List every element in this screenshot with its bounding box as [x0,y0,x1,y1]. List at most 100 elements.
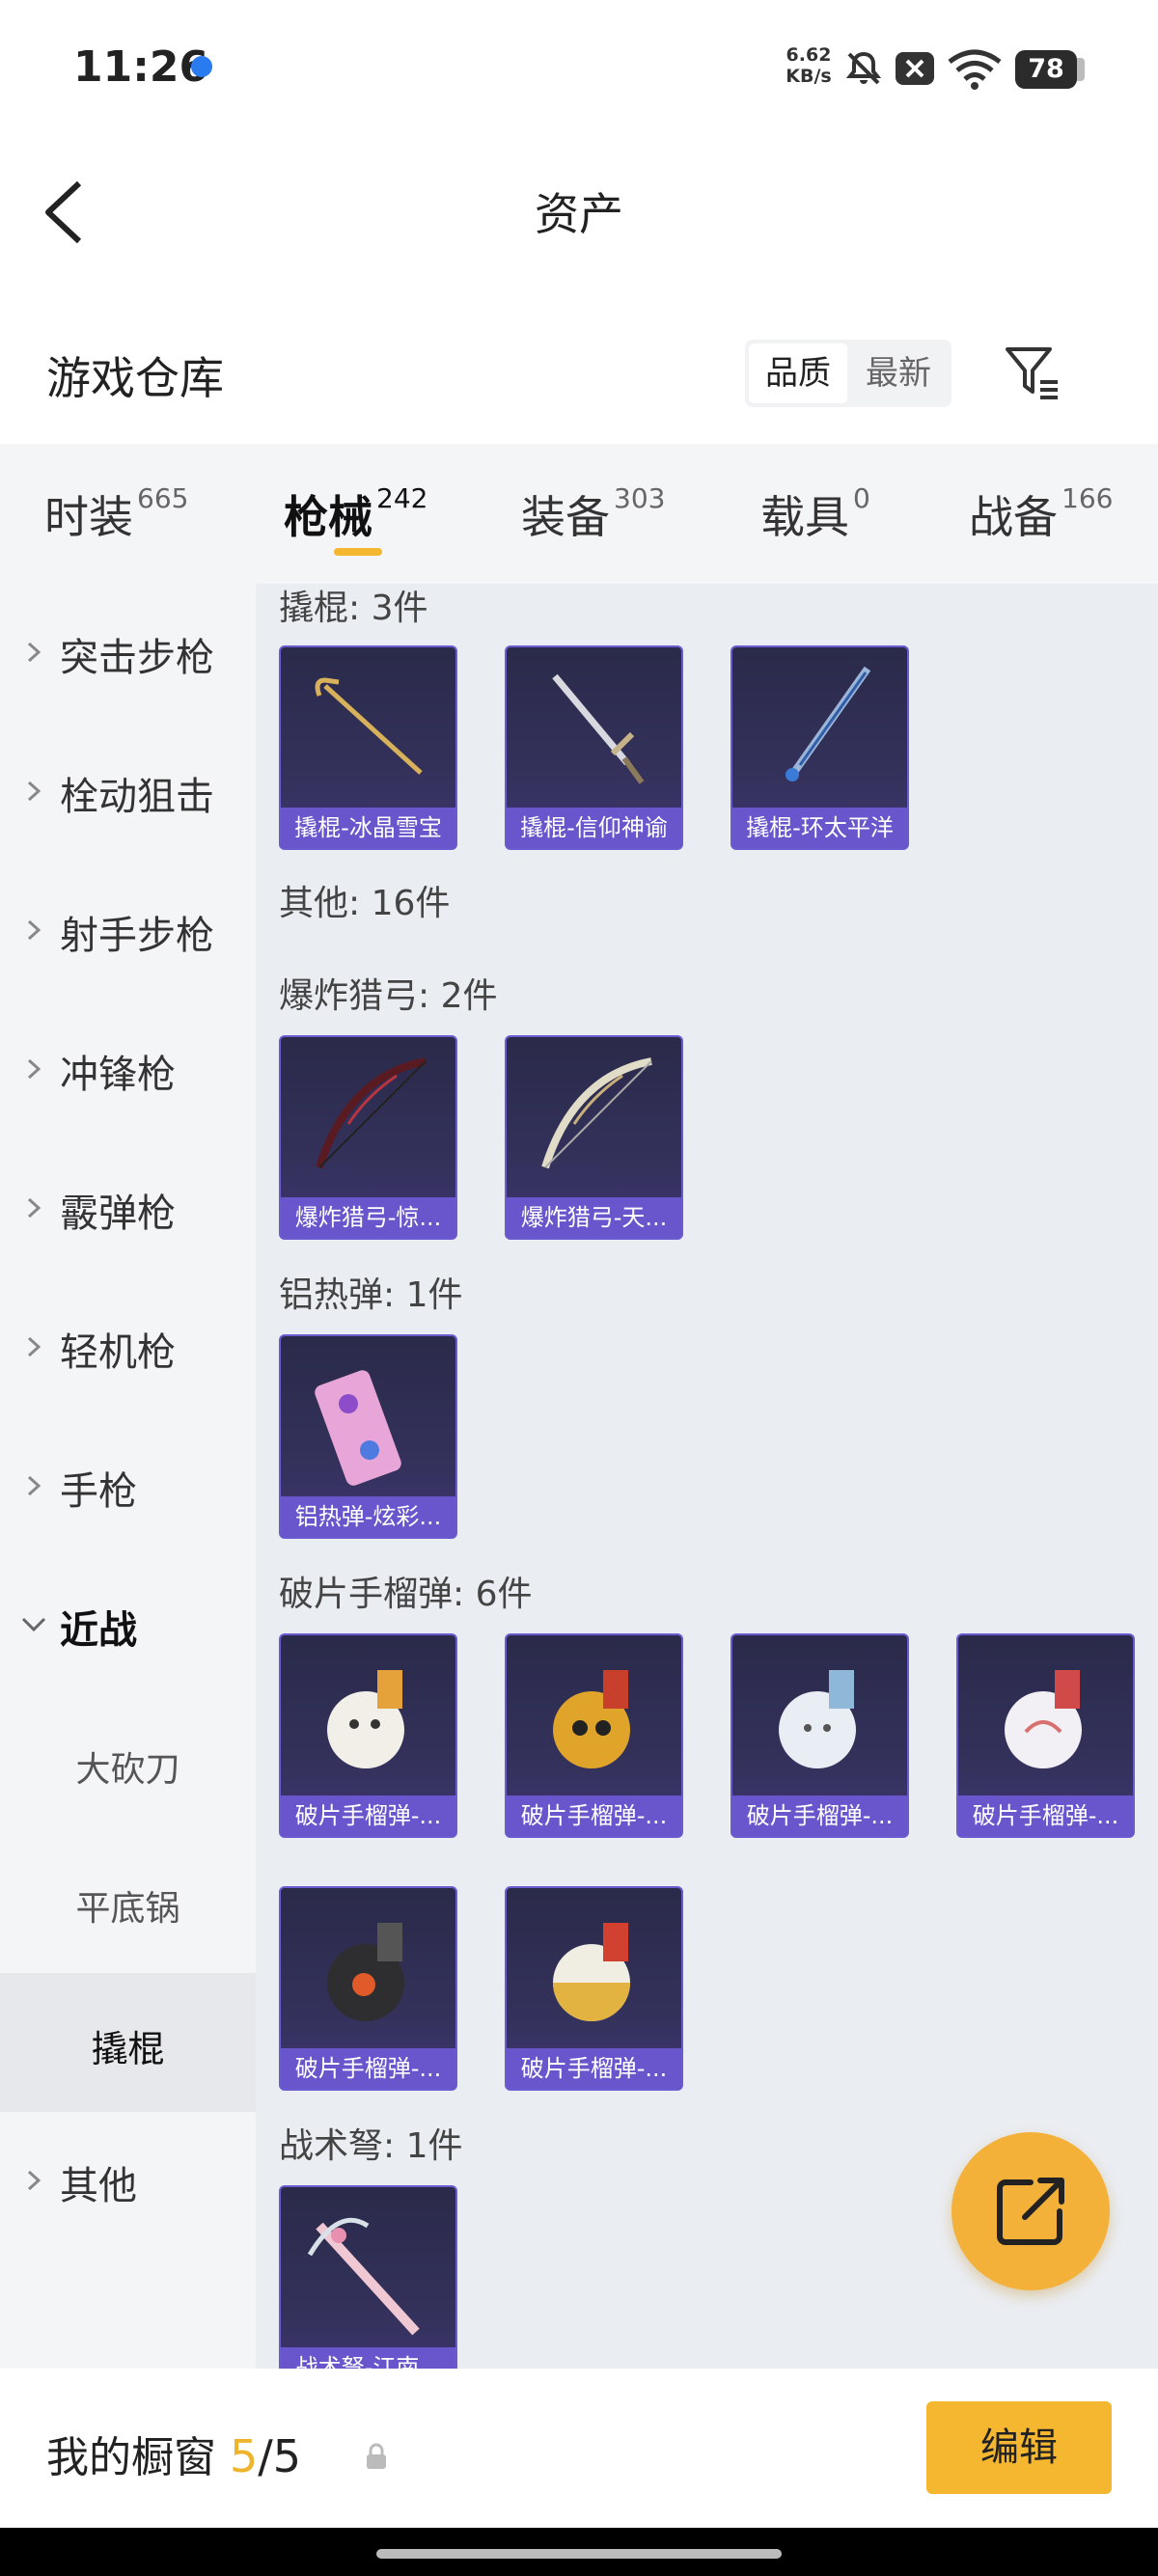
item-card[interactable]: 破片手榴弹-... [279,1633,457,1838]
sidebar-item-label: 冲锋枪 [60,1053,176,1097]
item-card-label: 破片手榴弹-... [281,2048,455,2089]
sidebar-item-pistol[interactable]: 手枪 [0,1417,256,1556]
sidebar-item-label: 突击步枪 [60,636,214,680]
sidebar-item-label: 轻机枪 [60,1330,176,1375]
chevron-right-icon [27,1058,41,1080]
home-indicator[interactable] [376,2549,782,2559]
sidebar-item-lmg[interactable]: 轻机枪 [0,1278,256,1417]
tab-label: 战备 [969,491,1058,543]
bow-art [316,1057,427,1169]
sidebar-item-marksman-rifle[interactable]: 射手步枪 [0,862,256,1000]
net-speed: 6.62 KB/s [780,44,838,87]
chevron-right-icon [27,1475,41,1496]
net-speed-unit: KB/s [786,66,832,87]
blade-art [786,666,871,781]
thermite-grenade-art [315,1370,401,1486]
item-card[interactable]: 撬棍-环太平洋 [731,645,909,850]
item-card[interactable]: 破片手榴弹-... [956,1633,1135,1838]
grenade-art [553,1670,630,1768]
grenade-art [327,1670,404,1768]
item-card[interactable]: 爆炸猎弓-惊... [279,1035,457,1240]
item-card-label: 破片手榴弹-... [507,2048,681,2089]
item-card-label: 撬棍-信仰神谕 [507,808,681,848]
group-label: 其他: 16件 [279,884,451,923]
net-speed-value: 6.62 [786,44,832,66]
item-card[interactable]: 爆炸猎弓-天... [505,1035,683,1240]
section-title: 游戏仓库 [46,352,224,404]
page-title: 资产 [535,188,623,240]
sidebar-item-label: 霰弹枪 [60,1192,176,1236]
item-card[interactable]: 破片手榴弹-... [505,1886,683,2091]
tab-combat-prep[interactable]: 战备 166 [969,482,1113,546]
item-card-label: 破片手榴弹-... [958,1795,1133,1836]
item-card-label: 撬棍-冰晶雪宝 [281,808,455,848]
item-card[interactable]: 战术弩-江南... [279,2185,457,2369]
battery-icon: 78 [1015,50,1077,89]
sidebar-item-shotgun[interactable]: 霰弹枪 [0,1139,256,1278]
showcase-total: 5 [272,2430,302,2482]
sidebar-subitem-label: 撬棍 [91,2028,165,2070]
bow-art [541,1057,652,1169]
wifi-icon [948,49,1002,90]
tab-vehicles[interactable]: 载具 0 [760,482,870,546]
sidebar-item-label: 射手步枪 [60,914,214,958]
app-notification-icon [191,56,212,77]
bottom-bar: 我的橱窗 5/5 编辑 [0,2369,1158,2528]
sidebar-subitem-crowbar[interactable]: 撬棍 [0,1973,256,2112]
item-card-label: 铝热弹-炫彩... [281,1496,455,1537]
tab-count: 242 [376,482,428,514]
item-grid: 撬棍: 3件 撬棍-冰晶雪宝 撬棍-信仰神谕 撬棍-环太平洋 其他: 16件 爆… [256,584,1158,2369]
sidebar-subitem-label: 大砍刀 [75,1750,180,1790]
item-card[interactable]: 撬棍-信仰神谕 [505,645,683,850]
item-card[interactable]: 破片手榴弹-... [731,1633,909,1838]
item-card[interactable]: 破片手榴弹-... [279,1886,457,2091]
group-label: 破片手榴弹: 6件 [279,1575,533,1614]
item-card[interactable]: 铝热弹-炫彩... [279,1334,457,1539]
sidebar-item-label: 其他 [60,2164,137,2208]
tab-label: 枪械 [284,491,372,543]
showcase-used: 5 [230,2430,259,2482]
group-label: 爆炸猎弓: 2件 [279,976,498,1016]
sort-toggle: 品质 最新 [745,340,951,407]
filter-icon[interactable] [1002,342,1065,405]
item-card-label: 撬棍-环太平洋 [732,808,907,848]
item-card-label: 爆炸猎弓-天... [507,1197,681,1238]
sidebar-item-smg[interactable]: 冲锋枪 [0,1000,256,1139]
active-tab-indicator [334,548,382,556]
sort-newest-button[interactable]: 最新 [849,343,948,403]
edit-button[interactable]: 编辑 [926,2401,1112,2494]
crossbow-art [307,2217,420,2336]
share-button[interactable] [951,2132,1110,2290]
chevron-right-icon [27,1336,41,1357]
sidebar-subitem-machete[interactable]: 大砍刀 [0,1695,256,1834]
share-external-icon [997,2178,1064,2245]
tab-fashion[interactable]: 时装 665 [44,482,188,546]
item-card-label: 战术弩-江南... [281,2347,455,2369]
tab-count: 0 [853,482,870,514]
sidebar-item-assault-rifle[interactable]: 突击步枪 [0,584,256,723]
group-label: 撬棍: 3件 [279,589,428,628]
item-card-label: 破片手榴弹-... [732,1795,907,1836]
tab-equipment[interactable]: 装备 303 [521,482,665,546]
tab-label: 时装 [44,491,133,543]
status-bar: 11:26 6.62 KB/s 78 [0,0,1158,135]
grenade-art [1005,1670,1082,1768]
tab-count: 303 [614,482,666,514]
item-card[interactable]: 破片手榴弹-... [505,1633,683,1838]
tab-guns[interactable]: 枪械 242 [284,482,427,546]
chevron-right-icon [27,919,41,941]
sort-quality-button[interactable]: 品质 [749,343,847,403]
sidebar-item-other[interactable]: 其他 [0,2112,256,2251]
item-card-label: 破片手榴弹-... [507,1795,681,1836]
title-bar: 资产 [0,135,1158,289]
group-label: 铝热弹: 1件 [279,1275,463,1315]
tab-label: 装备 [521,491,610,543]
sidebar-subitem-frying-pan[interactable]: 平底锅 [0,1834,256,1973]
status-time: 11:26 [73,42,209,92]
sidebar-item-label: 手枪 [60,1469,137,1514]
sidebar: 突击步枪 栓动狙击 射手步枪 冲锋枪 霰弹枪 轻机枪 手枪 近战 大砍刀 平底锅… [0,584,256,2369]
sidebar-item-bolt-sniper[interactable]: 栓动狙击 [0,723,256,862]
showcase-separator: / [258,2430,273,2482]
sidebar-item-melee[interactable]: 近战 [0,1556,256,1695]
item-card[interactable]: 撬棍-冰晶雪宝 [279,645,457,850]
